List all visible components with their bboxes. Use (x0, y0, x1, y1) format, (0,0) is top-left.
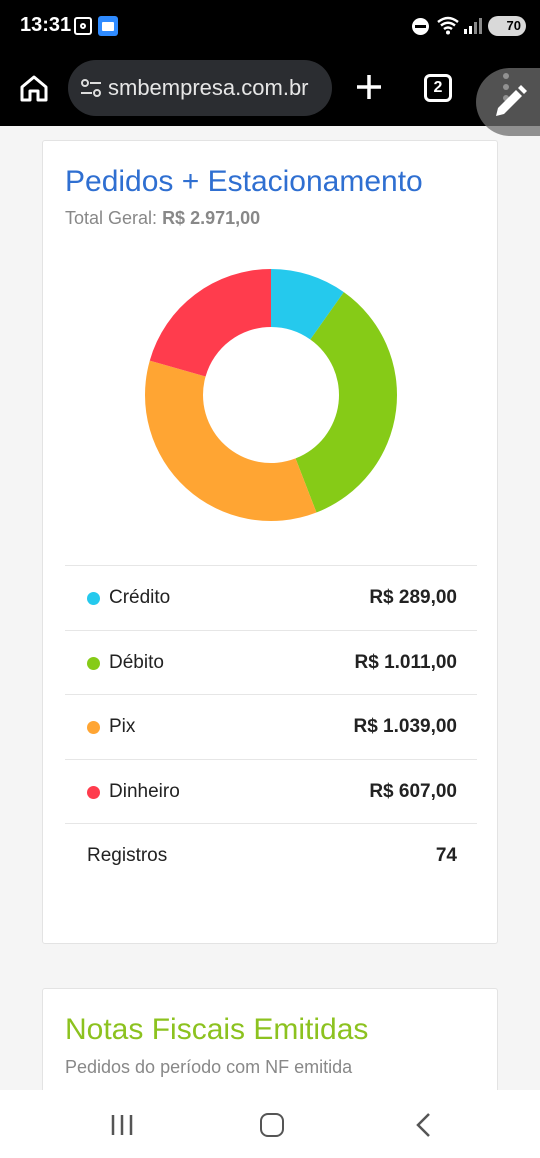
tabs-icon[interactable]: 2 (424, 74, 452, 102)
gallery-icon (98, 16, 118, 36)
do-not-disturb-icon (412, 18, 429, 35)
url-text[interactable]: smbempresa.com.br (108, 75, 324, 101)
browser-toolbar: smbempresa.com.br 2 (0, 52, 540, 126)
table-row: Pix R$ 1.039,00 (65, 694, 477, 759)
legend-dot (87, 592, 100, 605)
card-subtitle: Pedidos do período com NF emitida (65, 1057, 353, 1077)
legend-dot (87, 656, 100, 670)
row-value: R$ 607,00 (369, 780, 457, 802)
battery-icon: 70 (488, 16, 526, 36)
row-label: Débito (109, 651, 164, 673)
donut-slice-pix (145, 360, 317, 521)
legend-dot (87, 721, 100, 734)
plus-icon[interactable] (352, 70, 386, 104)
total-label: Total Geral: (65, 208, 158, 228)
clock: 13:31 (20, 14, 72, 36)
card-title: Pedidos + Estacionamento (65, 165, 423, 198)
edit-pencil-icon[interactable] (476, 68, 540, 136)
card-pedidos-estacionamento: Pedidos + Estacionamento Total Geral: R$… (42, 140, 498, 944)
legend-dot (87, 785, 100, 799)
table-row: Crédito R$ 289,00 (65, 565, 477, 630)
row-label: Dinheiro (109, 780, 180, 802)
total-value: R$ 2.971,00 (162, 208, 261, 228)
back-icon[interactable] (414, 1112, 434, 1138)
card-subtitle: Total Geral: R$ 2.971,00 (65, 208, 260, 229)
recents-icon[interactable] (110, 1114, 134, 1136)
table-row: Dinheiro R$ 607,00 (65, 758, 477, 824)
signal-icon (464, 18, 482, 34)
registros-value: 74 (435, 845, 457, 866)
payment-table: Crédito R$ 289,00 Débito R$ 1.011,00 Pix… (65, 565, 477, 888)
screenshot-icon (74, 17, 92, 35)
url-bar[interactable]: smbempresa.com.br (68, 60, 332, 116)
site-settings-icon[interactable] (80, 78, 102, 98)
card-title: Notas Fiscais Emitidas (65, 1013, 369, 1046)
table-row-registros: Registros 74 (65, 823, 477, 888)
status-bar: 13:31 70 (0, 0, 540, 52)
donut-chart (145, 269, 397, 521)
row-value: R$ 1.011,00 (354, 651, 457, 673)
wifi-icon (437, 16, 459, 35)
system-nav-bar (0, 1090, 540, 1158)
donut-slice-dinheiro (149, 269, 271, 377)
row-label: Crédito (109, 587, 171, 608)
row-value: R$ 1.039,00 (353, 716, 457, 737)
row-label: Pix (109, 716, 136, 737)
table-row: Débito R$ 1.011,00 (65, 629, 477, 695)
registros-label: Registros (87, 845, 168, 866)
home-nav-icon[interactable] (260, 1113, 284, 1137)
row-value: R$ 289,00 (369, 587, 457, 608)
home-icon[interactable] (18, 72, 50, 104)
